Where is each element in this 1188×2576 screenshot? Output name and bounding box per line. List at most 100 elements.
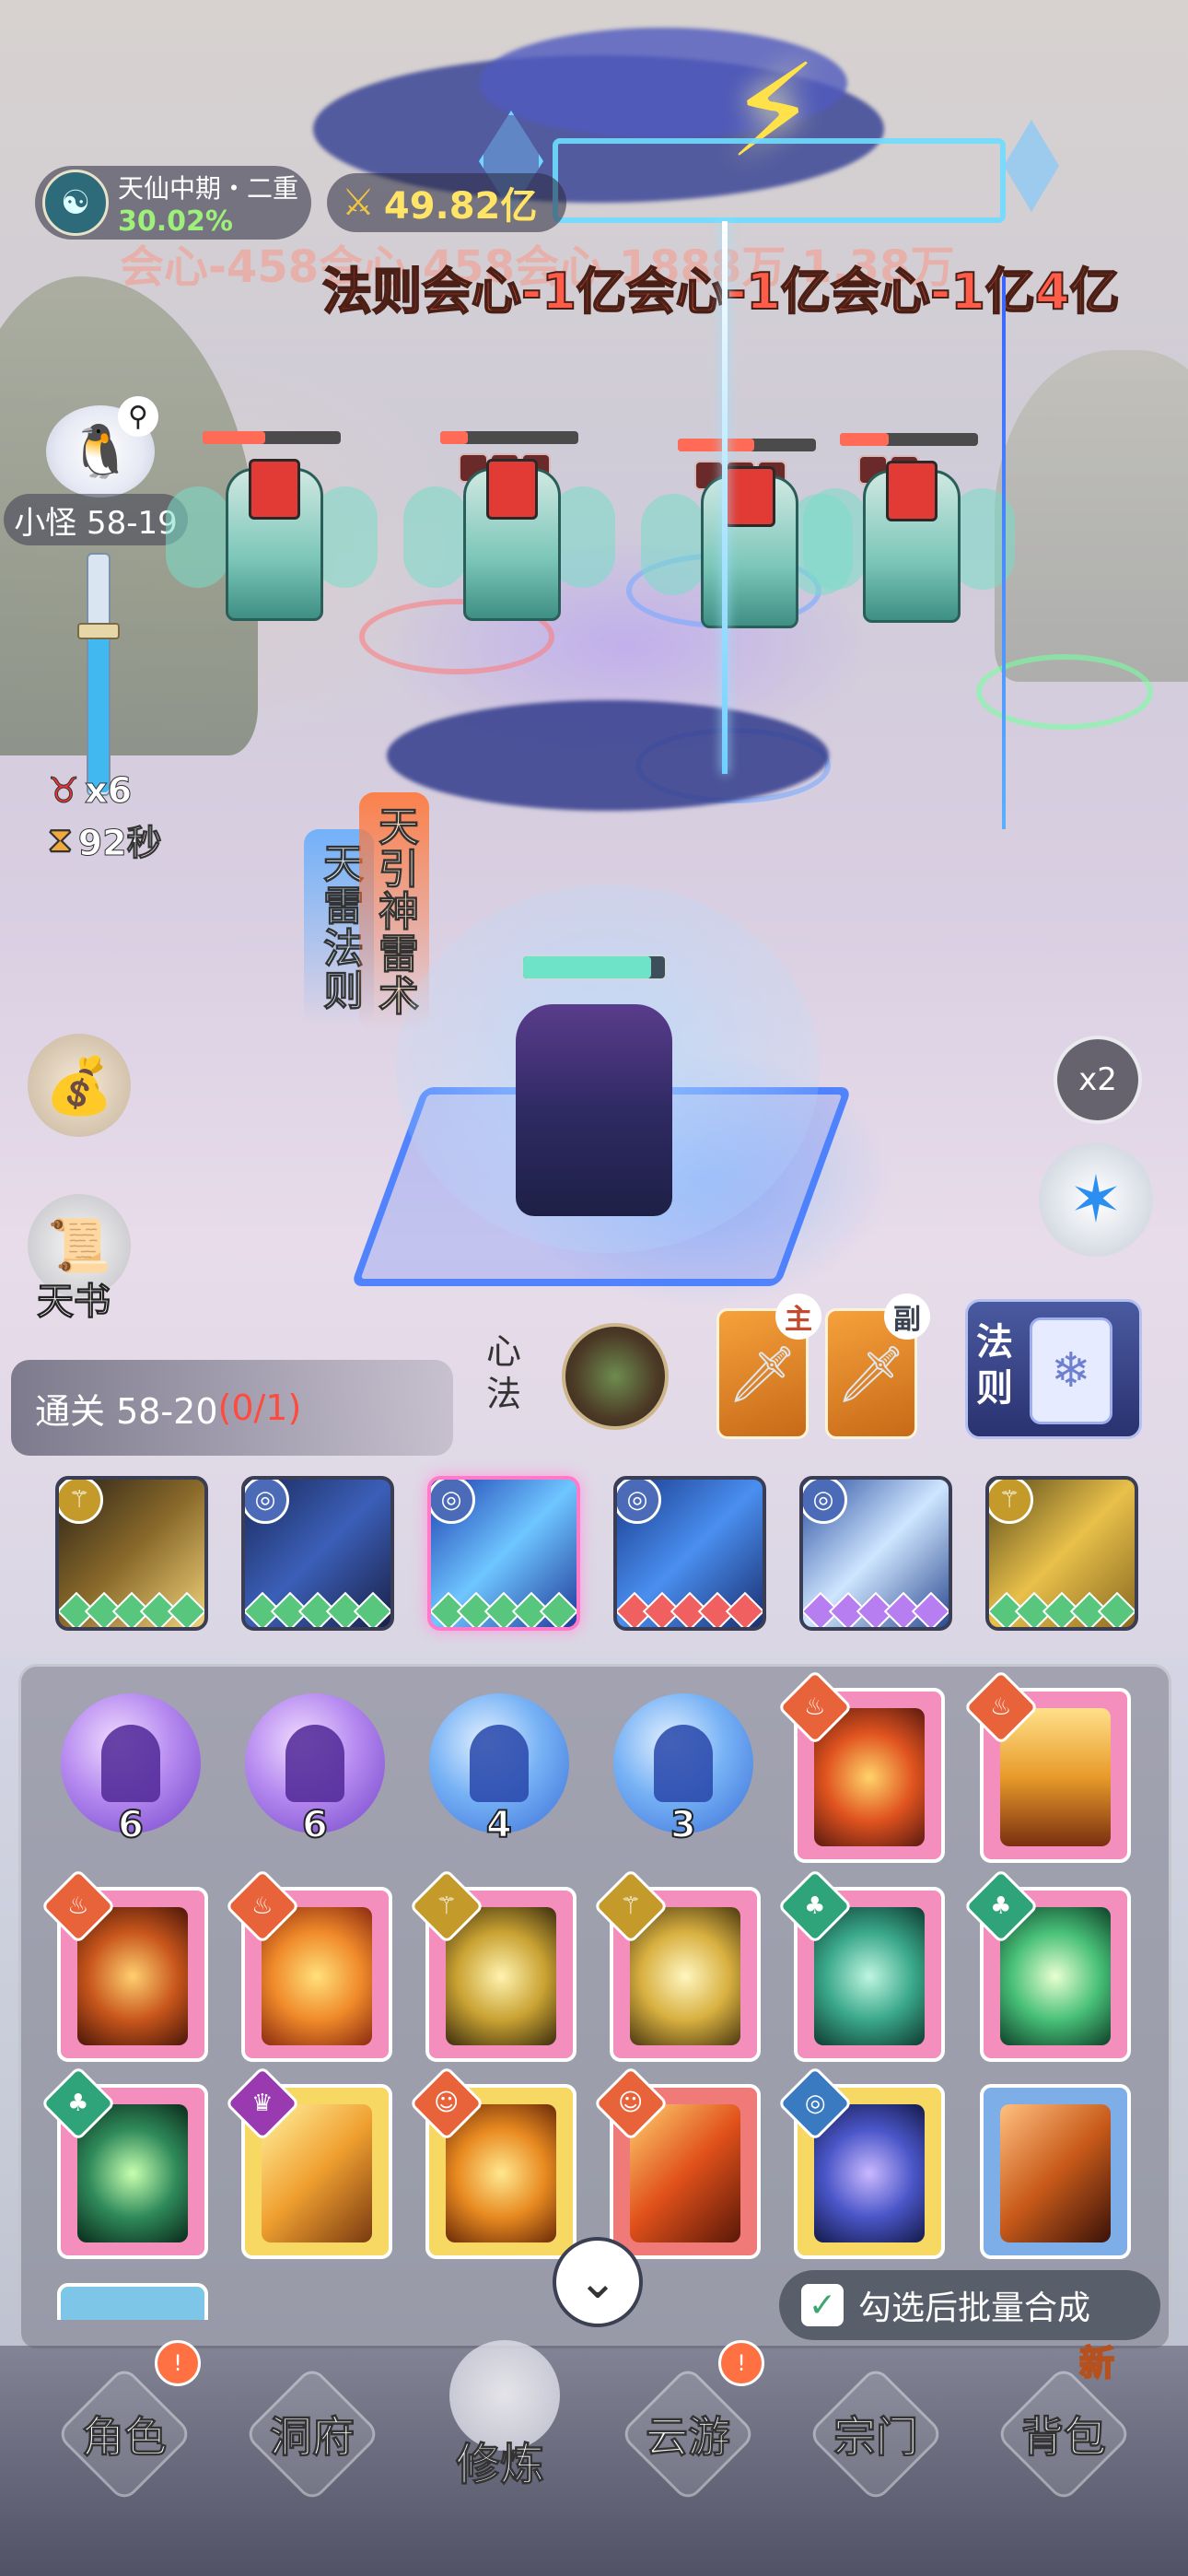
- skill-card[interactable]: ☺: [592, 2065, 761, 2259]
- equipped-skill-slot[interactable]: ◎: [241, 1476, 394, 1631]
- heavenly-book-label: 天书: [37, 1281, 111, 1324]
- skill-card[interactable]: ♛: [224, 2065, 392, 2259]
- skill-card[interactable]: ☺: [408, 2065, 577, 2259]
- mountain-right: [995, 350, 1188, 682]
- tab-label: 角色: [82, 2412, 168, 2463]
- tab-label: 洞府: [270, 2412, 355, 2463]
- damage-label-law: 法则: [321, 262, 423, 322]
- water-element-icon: ◎: [245, 1480, 289, 1524]
- wood-element-icon: ♣: [804, 1892, 826, 1920]
- book-icon: 📜: [47, 1216, 111, 1276]
- skill-card[interactable]: ♨: [776, 1669, 945, 1863]
- tab-backpack[interactable]: 背包: [976, 2365, 1151, 2503]
- skill-card[interactable]: ♣: [776, 1868, 945, 2062]
- stage-label: 小怪 58-19: [4, 494, 188, 545]
- fire-element-icon: ♨: [67, 1892, 89, 1920]
- wave-count: ♉ x6: [47, 770, 133, 812]
- enemy-hp-bar: [440, 431, 578, 444]
- rune-diamond-right: [1004, 120, 1059, 212]
- metal-element-icon: ⚚: [436, 1892, 458, 1920]
- metal-element-icon: ⚚: [620, 1892, 642, 1920]
- realm-avatar-icon: ☯: [42, 170, 109, 236]
- enemy[interactable]: [641, 439, 853, 632]
- law-label: 法则: [976, 1321, 1013, 1410]
- batch-merge-toggle[interactable]: ✓ 勾选后批量合成: [779, 2270, 1160, 2340]
- tab-label: 背包: [1021, 2412, 1107, 2463]
- wave-progress-fill: [88, 638, 109, 792]
- skill-card[interactable]: ♣: [962, 1868, 1131, 2062]
- enemy-hp-fill: [840, 433, 889, 446]
- skill-card[interactable]: ♣: [40, 2065, 208, 2259]
- progress-handle: [77, 623, 120, 639]
- dagger-icon: 🗡: [835, 1341, 907, 1407]
- main-weapon-tag: 主: [775, 1294, 821, 1340]
- treasure-bag-button[interactable]: 💰: [28, 1034, 131, 1137]
- tab-sect[interactable]: 宗门: [788, 2365, 963, 2503]
- realm-panel[interactable]: ☯ 天仙中期・二重 30.02%: [35, 166, 311, 240]
- skill-card[interactable]: ♨: [962, 1669, 1131, 1863]
- water-element-icon: ◎: [617, 1480, 661, 1524]
- collapse-button[interactable]: ⌄: [553, 2237, 643, 2327]
- tab-cave-residence[interactable]: 洞府: [225, 2365, 400, 2503]
- hero-hp-fill: [523, 956, 651, 978]
- enemy[interactable]: [166, 431, 378, 625]
- enemy-hp-bar: [678, 439, 816, 451]
- orb-count: 6: [301, 1803, 329, 1847]
- person-element-icon: ☺: [618, 2089, 644, 2117]
- skill-card[interactable]: ⚚: [592, 1868, 761, 2062]
- skill-card[interactable]: ♨: [40, 1868, 208, 2062]
- hexagram-icon: ✶: [1068, 1162, 1124, 1237]
- equipped-skill-slot-selected[interactable]: ◎: [427, 1476, 580, 1631]
- crossed-swords-icon: ⚔: [342, 181, 375, 224]
- wood-element-icon: ♣: [67, 2090, 89, 2117]
- tab-travel[interactable]: 云游: [600, 2365, 775, 2503]
- enemy[interactable]: [803, 433, 1015, 626]
- stage-clear-progress: (0/1): [217, 1388, 302, 1428]
- xinfa-button[interactable]: [562, 1323, 669, 1430]
- metal-element-icon: ⚚: [59, 1480, 103, 1524]
- skill-card[interactable]: [980, 2084, 1131, 2259]
- skill-card[interactable]: ◎: [776, 2065, 945, 2259]
- enemy-hp-fill: [678, 439, 754, 451]
- power-panel: ⚔ 49.82亿: [327, 173, 566, 232]
- notification-badge: !: [155, 2340, 201, 2386]
- damage-total: 4亿: [1034, 262, 1121, 322]
- lightning-bolt: [1002, 276, 1006, 829]
- new-badge: 新: [1078, 2342, 1115, 2384]
- xinfa-label: 心法: [486, 1331, 522, 1414]
- hourglass-icon: ⧗: [48, 819, 74, 861]
- chevron-down-icon: ⌄: [577, 2254, 618, 2310]
- wood-element-icon: ♣: [990, 1892, 1012, 1920]
- hero-hp-bar: [521, 954, 667, 980]
- equipped-skill-slot[interactable]: ⚚: [985, 1476, 1138, 1631]
- rune-frame: [553, 138, 1006, 223]
- speed-toggle-button[interactable]: x2: [1054, 1036, 1142, 1124]
- enemy-hp-bar: [840, 433, 978, 446]
- star-formation-button[interactable]: ✶: [1039, 1142, 1153, 1257]
- damage-popup-row: 法则 会心-1亿 会心-1亿 会心-1亿 4亿: [321, 251, 1121, 323]
- enemy-hp-bar: [203, 431, 341, 444]
- orb-count: 6: [117, 1803, 145, 1847]
- person-element-icon: ☺: [434, 2089, 460, 2117]
- tab-cultivation[interactable]: 修炼: [413, 2405, 588, 2515]
- skill-card[interactable]: ⚚: [408, 1868, 577, 2062]
- fire-element-icon: ♨: [251, 1892, 274, 1920]
- equipped-skill-slot[interactable]: ⚚: [55, 1476, 208, 1631]
- storm-cloud-mid: [387, 700, 829, 811]
- skill-card-partial[interactable]: [57, 2283, 208, 2320]
- hero-character[interactable]: [516, 1004, 672, 1216]
- notification-badge: !: [718, 2340, 764, 2386]
- skill-card[interactable]: ♨: [224, 1868, 392, 2062]
- lightning-bolt: [722, 221, 728, 774]
- search-icon[interactable]: ⚲: [118, 396, 158, 437]
- stage-clear-bar[interactable]: 通关 58-20 (0/1): [11, 1360, 453, 1456]
- tab-character[interactable]: 角色: [37, 2365, 212, 2503]
- equipped-skill-slot[interactable]: ◎: [799, 1476, 952, 1631]
- equipped-skill-slot[interactable]: ◎: [613, 1476, 766, 1631]
- orb-count: 3: [670, 1803, 697, 1847]
- enemy[interactable]: [403, 431, 615, 625]
- water-element-icon: ◎: [431, 1480, 475, 1524]
- wave-multiplier: x6: [85, 770, 133, 812]
- money-bag-icon: 💰: [44, 1053, 114, 1118]
- water-element-icon: ◎: [804, 2090, 826, 2117]
